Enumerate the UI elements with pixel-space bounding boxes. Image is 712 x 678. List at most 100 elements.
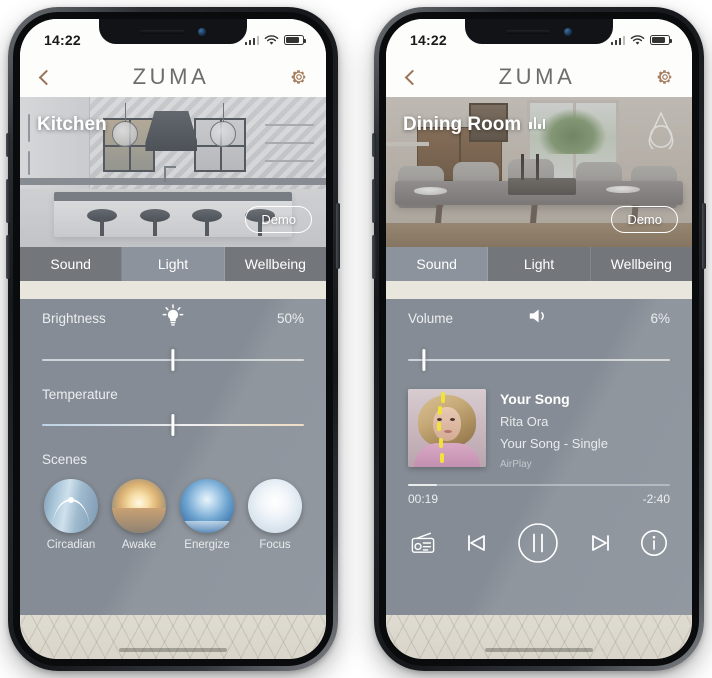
- info-icon[interactable]: [640, 529, 668, 557]
- battery-icon: [650, 35, 673, 45]
- cellular-bars-icon: [610, 35, 625, 45]
- volume-up-button[interactable]: [372, 179, 376, 223]
- wifi-icon: [264, 34, 279, 45]
- album-art: [408, 389, 486, 467]
- demo-badge[interactable]: Demo: [245, 206, 312, 233]
- tab-wellbeing[interactable]: Wellbeing: [224, 247, 326, 281]
- room-name-text: Dining Room: [403, 114, 522, 135]
- brightness-value: 50%: [276, 310, 304, 326]
- scene-circadian[interactable]: Circadian: [40, 479, 102, 551]
- status-clock: 14:22: [410, 32, 447, 48]
- equalizer-icon: [529, 116, 546, 132]
- volume-thumb[interactable]: [422, 349, 426, 371]
- demo-badge[interactable]: Demo: [611, 206, 678, 233]
- scenes-label: Scenes: [42, 452, 88, 467]
- tab-bar-right: Sound Light Wellbeing: [386, 247, 692, 281]
- volume-down-button[interactable]: [6, 235, 10, 279]
- tab-light[interactable]: Light: [122, 247, 225, 281]
- nav-bar: ZUMA: [20, 57, 326, 97]
- circadian-swatch-icon: [44, 479, 98, 533]
- track-artist: Rita Ora: [500, 414, 549, 429]
- next-track-icon[interactable]: [588, 532, 612, 554]
- volume-label: Volume: [408, 310, 454, 326]
- volume-down-button[interactable]: [372, 235, 376, 279]
- track-title: Your Song: [500, 391, 570, 407]
- room-hero-image-kitchen: Kitchen Demo: [20, 97, 326, 247]
- app-brand-title: ZUMA: [498, 64, 576, 89]
- awake-swatch-icon: [112, 479, 166, 533]
- brightness-thumb[interactable]: [171, 349, 175, 371]
- notch: [99, 19, 247, 44]
- phone-right: 14:22 ZUMA Dining Room Demo Sound Light …: [372, 7, 706, 671]
- room-name-text: Kitchen: [37, 114, 107, 135]
- back-chevron-icon[interactable]: [402, 69, 418, 85]
- energize-swatch-icon: [180, 479, 234, 533]
- gear-icon[interactable]: [290, 68, 308, 86]
- phone-screen-left: 14:22 ZUMA Kitchen Demo Sound Light Well…: [20, 19, 326, 659]
- nav-bar: ZUMA: [386, 57, 692, 97]
- droplet-icon: [648, 111, 674, 149]
- power-button[interactable]: [702, 203, 706, 269]
- mute-switch[interactable]: [6, 133, 10, 157]
- brightness-label: Brightness: [42, 310, 106, 326]
- room-hero-image-dining: Dining Room Demo: [386, 97, 692, 247]
- tab-sound[interactable]: Sound: [386, 247, 489, 281]
- track-meta: Your Song Rita Ora Your Song - Single Ai…: [500, 389, 670, 470]
- track-album: Your Song - Single: [500, 436, 608, 451]
- scene-label: Circadian: [46, 539, 96, 551]
- audio-source: AirPlay: [500, 459, 532, 470]
- scene-label: Focus: [259, 539, 291, 551]
- notch: [465, 19, 613, 44]
- volume-value: 6%: [650, 310, 670, 326]
- pause-icon[interactable]: [517, 522, 559, 564]
- focus-swatch-icon: [248, 479, 302, 533]
- tab-wellbeing[interactable]: Wellbeing: [590, 247, 692, 281]
- temperature-thumb[interactable]: [171, 414, 175, 436]
- status-icons: [610, 31, 673, 46]
- phone-screen-right: 14:22 ZUMA Dining Room Demo Sound Light …: [386, 19, 692, 659]
- lightbulb-icon: [162, 303, 184, 333]
- remaining-time: -2:40: [642, 492, 670, 507]
- front-camera-icon: [564, 27, 572, 36]
- scene-energize[interactable]: Energize: [176, 479, 238, 551]
- light-panel: Brightness 50% Temperature Scenes Circad…: [20, 299, 326, 615]
- brightness-slider[interactable]: [42, 349, 304, 371]
- wifi-icon: [630, 34, 645, 45]
- earpiece-speaker-icon: [140, 29, 184, 34]
- mute-switch[interactable]: [372, 133, 376, 157]
- elapsed-time: 00:19: [408, 492, 439, 507]
- previous-track-icon[interactable]: [465, 532, 489, 554]
- home-indicator[interactable]: [119, 648, 227, 652]
- volume-row: Volume 6%: [386, 299, 692, 337]
- scene-focus[interactable]: Focus: [244, 479, 306, 551]
- temperature-slider[interactable]: [42, 414, 304, 436]
- scene-label: Energize: [184, 539, 230, 551]
- app-brand-title: ZUMA: [132, 64, 210, 89]
- tab-sound[interactable]: Sound: [20, 247, 123, 281]
- back-chevron-icon[interactable]: [36, 69, 52, 85]
- scenes-row: Circadian Awake Energize Focus: [20, 467, 326, 551]
- volume-up-button[interactable]: [6, 179, 10, 223]
- phone-left: 14:22 ZUMA Kitchen Demo Sound Light Well…: [6, 7, 340, 671]
- room-title: Kitchen: [37, 114, 107, 136]
- now-playing: Your Song Rita Ora Your Song - Single Ai…: [386, 371, 692, 470]
- status-icons: [244, 31, 307, 46]
- battery-icon: [284, 35, 307, 45]
- temperature-label: Temperature: [42, 387, 118, 402]
- power-button[interactable]: [336, 203, 340, 269]
- volume-slider[interactable]: [408, 349, 670, 371]
- gear-icon[interactable]: [656, 68, 674, 86]
- tab-light[interactable]: Light: [488, 247, 591, 281]
- front-camera-icon: [198, 27, 206, 36]
- tab-bar-left: Sound Light Wellbeing: [20, 247, 326, 281]
- radio-icon[interactable]: [410, 531, 436, 555]
- home-indicator[interactable]: [485, 648, 593, 652]
- scene-awake[interactable]: Awake: [108, 479, 170, 551]
- speaker-icon: [527, 306, 551, 331]
- brightness-row: Brightness 50%: [20, 299, 326, 337]
- cellular-bars-icon: [244, 35, 259, 45]
- transport-controls: [386, 506, 692, 564]
- earpiece-speaker-icon: [506, 29, 550, 34]
- volume-track: [408, 359, 670, 361]
- screenshot-stage: 14:22 ZUMA Kitchen Demo Sound Light Well…: [0, 0, 712, 678]
